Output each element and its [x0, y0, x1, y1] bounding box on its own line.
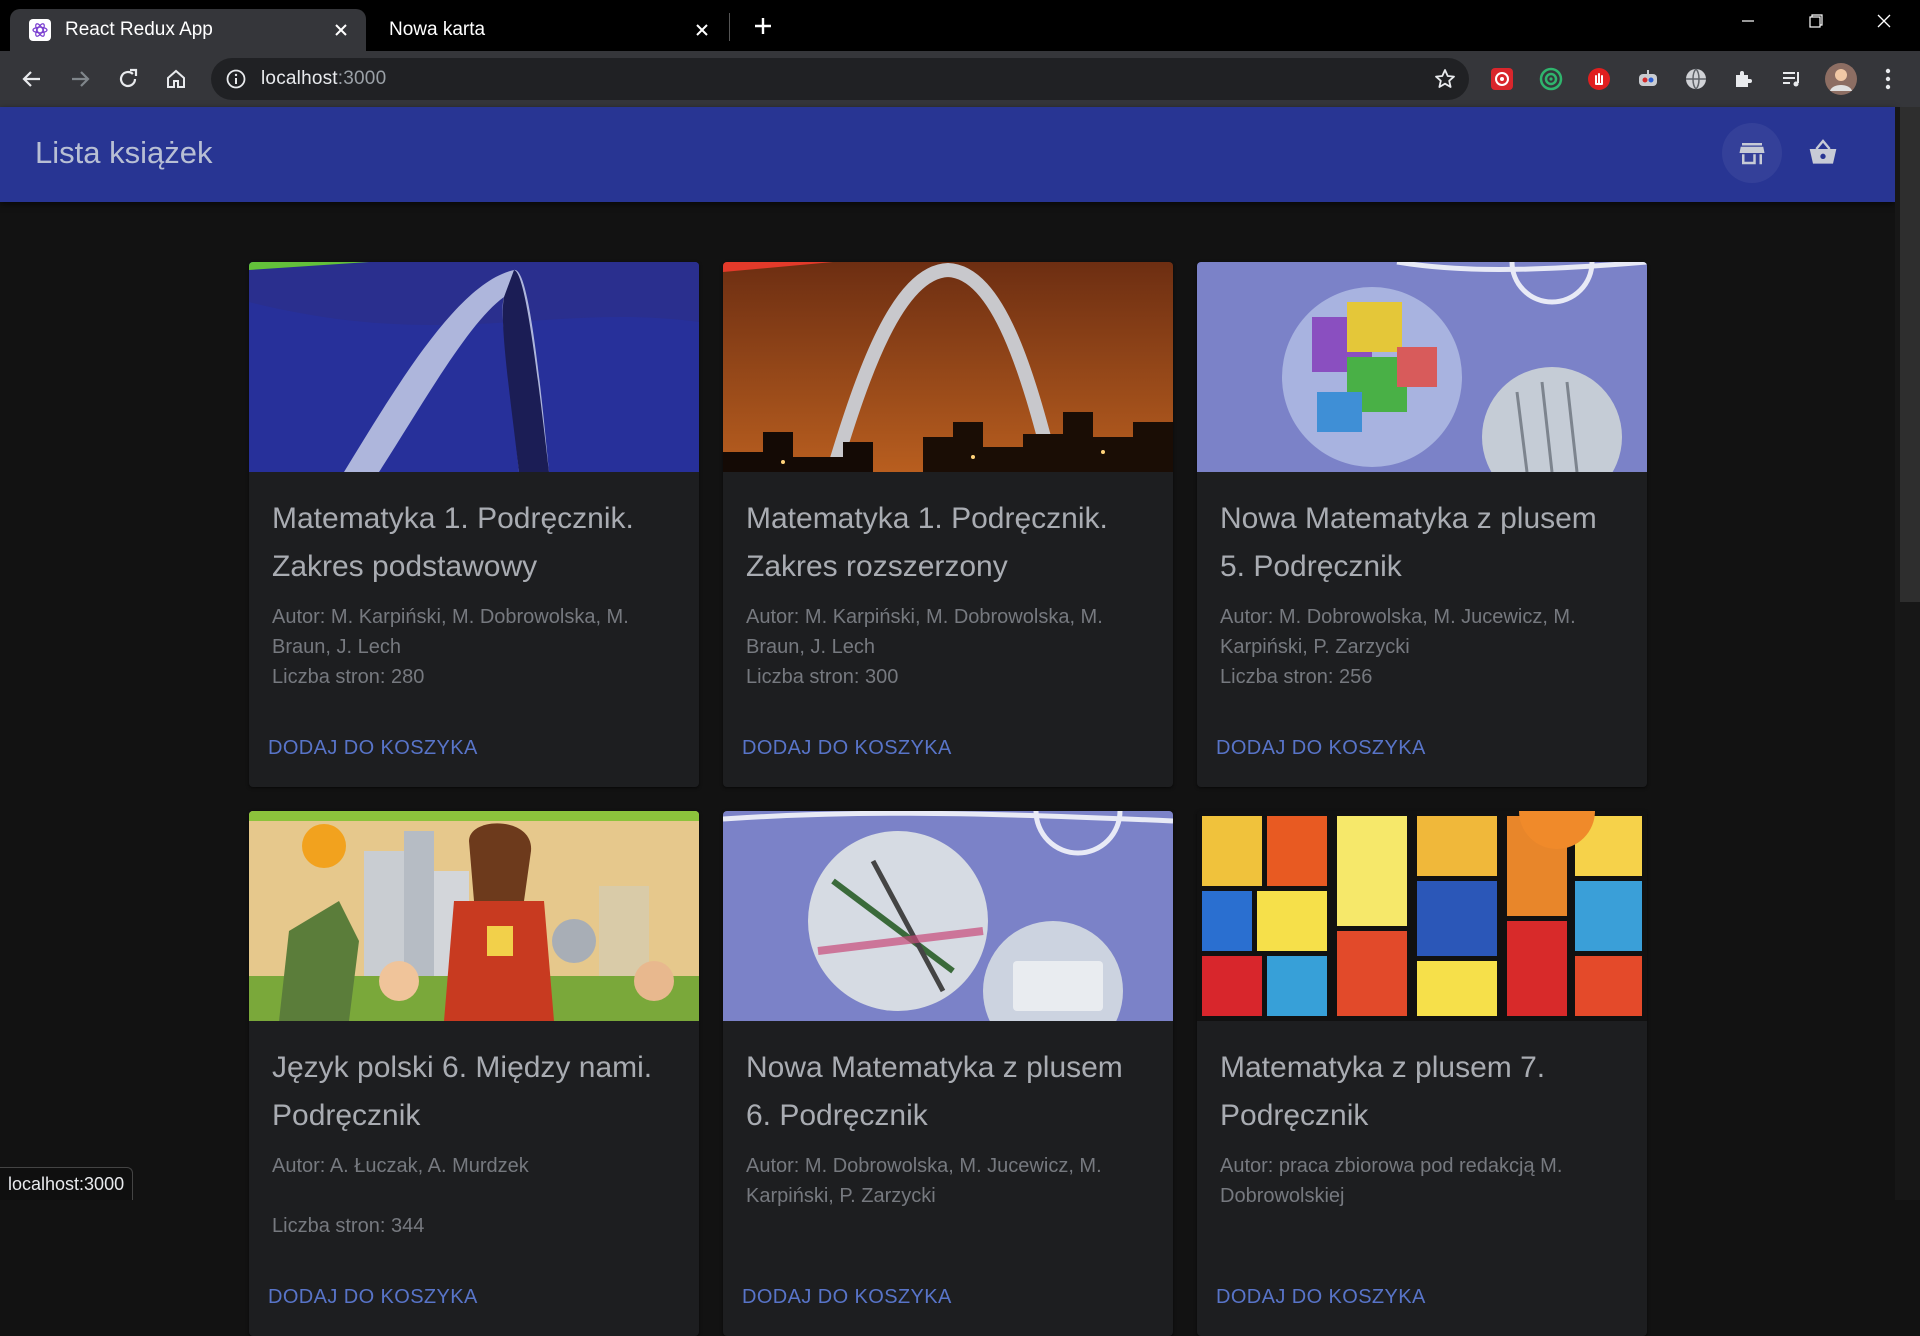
book-card: Nowa Matematyka z plusem 6. Podręcznik A… — [723, 811, 1173, 1336]
book-cover-image — [249, 262, 699, 472]
book-author: Autor: A. Łuczak, A. Murdzek — [272, 1155, 529, 1177]
page-title: Lista książek — [35, 135, 213, 170]
book-pages: Liczba stron: 344 — [272, 1215, 425, 1237]
home-button[interactable] — [158, 61, 194, 97]
book-cover-image — [1197, 262, 1647, 472]
add-to-cart-button[interactable]: DODAJ DO KOSZYKA — [257, 726, 489, 770]
book-card: Język polski 6. Między nami. Podręcznik … — [249, 811, 699, 1336]
red-extension-icon[interactable] — [1488, 65, 1516, 93]
book-cover-image — [249, 811, 699, 1021]
book-author: Autor: M. Dobrowolska, M. Jucewicz, M. K… — [746, 1155, 1102, 1207]
book-title: Matematyka 1. Podręcznik. Zakres rozszer… — [746, 502, 1108, 583]
tab-title: Nowa karta — [389, 19, 486, 40]
site-info-icon[interactable] — [225, 68, 247, 90]
book-author: Autor: M. Dobrowolska, M. Jucewicz, M. K… — [1220, 606, 1576, 658]
puzzle-icon[interactable] — [1730, 65, 1758, 93]
reload-button[interactable] — [110, 61, 146, 97]
store-button[interactable] — [1722, 123, 1782, 183]
add-to-cart-button[interactable]: DODAJ DO KOSZYKA — [257, 1275, 489, 1319]
add-to-cart-button[interactable]: DODAJ DO KOSZYKA — [1205, 726, 1437, 770]
minimize-icon[interactable] — [1714, 0, 1782, 42]
restore-icon[interactable] — [1782, 0, 1850, 42]
book-cover-image — [723, 262, 1173, 472]
tab-react-redux-app[interactable]: React Redux App — [10, 9, 366, 51]
browser-toolbar: localhost:3000 — [0, 51, 1920, 107]
react-favicon-icon — [29, 19, 51, 41]
book-card: Nowa Matematyka z plusem 5. Podręcznik A… — [1197, 262, 1647, 787]
scrollbar-thumb[interactable] — [1900, 107, 1920, 602]
tab-title: React Redux App — [65, 19, 213, 40]
book-pages: Liczba stron: 256 — [1220, 666, 1373, 688]
chrome-menu-icon[interactable] — [1874, 65, 1902, 93]
close-tab-icon[interactable] — [328, 17, 354, 43]
red-hand-icon[interactable] — [1585, 65, 1613, 93]
add-to-cart-button[interactable]: DODAJ DO KOSZYKA — [731, 726, 963, 770]
book-pages: Liczba stron: 280 — [272, 666, 425, 688]
basket-button[interactable] — [1793, 123, 1853, 183]
browser-tabstrip: React Redux App Nowa karta — [0, 0, 1920, 51]
shopping-basket-icon — [1809, 139, 1837, 164]
tab-nowa-karta[interactable]: Nowa karta — [375, 9, 727, 51]
book-card: Matematyka 1. Podręcznik. Zakres rozszer… — [723, 262, 1173, 787]
globe-extension-icon[interactable] — [1682, 65, 1710, 93]
add-to-cart-button[interactable]: DODAJ DO KOSZYKA — [1205, 1275, 1437, 1319]
green-target-icon[interactable] — [1537, 65, 1565, 93]
book-title: Język polski 6. Między nami. Podręcznik — [272, 1051, 653, 1132]
book-pages: Liczba stron: 300 — [746, 666, 899, 688]
book-author: Autor: M. Karpiński, M. Dobrowolska, M. … — [746, 606, 1103, 658]
url-text[interactable]: localhost:3000 — [261, 68, 386, 90]
book-title: Matematyka z plusem 7. Podręcznik — [1220, 1051, 1546, 1132]
forward-button[interactable] — [62, 61, 98, 97]
bookmark-star-icon[interactable] — [1433, 67, 1457, 91]
status-bubble: localhost:3000 — [0, 1167, 134, 1200]
address-bar[interactable]: localhost:3000 — [211, 58, 1469, 100]
new-tab-button[interactable] — [748, 11, 778, 41]
back-button[interactable] — [14, 61, 50, 97]
book-card: Matematyka z plusem 7. Podręcznik Autor:… — [1197, 811, 1647, 1336]
media-queue-icon[interactable] — [1778, 65, 1806, 93]
store-icon — [1739, 143, 1765, 165]
robot-extension-icon[interactable] — [1634, 65, 1662, 93]
add-to-cart-button[interactable]: DODAJ DO KOSZYKA — [731, 1275, 963, 1319]
close-tab-icon[interactable] — [689, 17, 715, 43]
book-title: Nowa Matematyka z plusem 6. Podręcznik — [746, 1051, 1123, 1132]
book-title: Nowa Matematyka z plusem 5. Podręcznik — [1220, 502, 1597, 583]
profile-avatar[interactable] — [1824, 62, 1858, 96]
app-bar: Lista książek — [0, 107, 1895, 202]
book-title: Matematyka 1. Podręcznik. Zakres podstaw… — [272, 502, 634, 583]
book-cover-image — [723, 811, 1173, 1021]
book-cover-image — [1197, 811, 1647, 1021]
tab-divider — [729, 13, 730, 41]
book-card: Matematyka 1. Podręcznik. Zakres podstaw… — [249, 262, 699, 787]
close-window-icon[interactable] — [1850, 0, 1918, 42]
book-author: Autor: M. Karpiński, M. Dobrowolska, M. … — [272, 606, 629, 658]
book-author: Autor: praca zbiorowa pod redakcją M. Do… — [1220, 1155, 1563, 1207]
